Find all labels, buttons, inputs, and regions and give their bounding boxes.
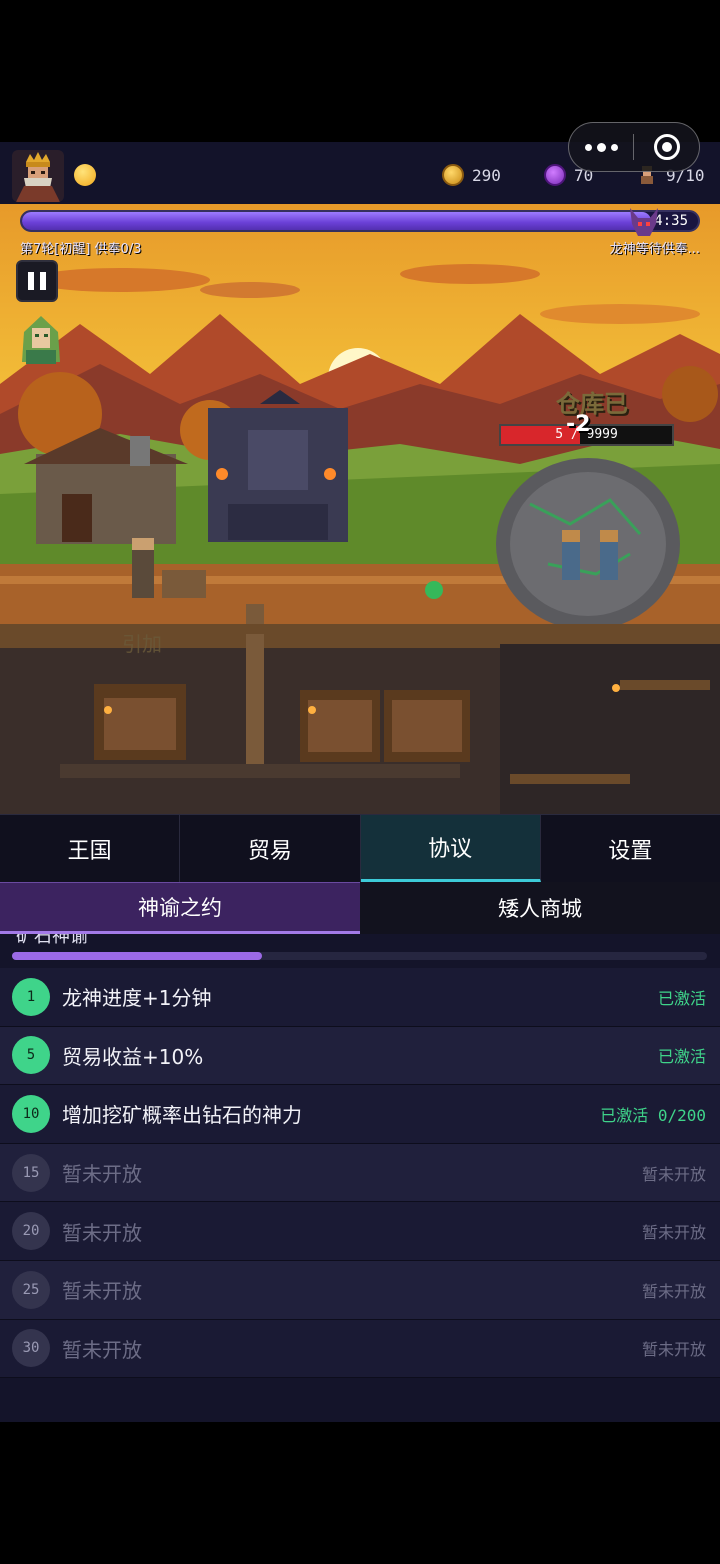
oracle-row[interactable]: 25 暂未开放 暂未开放 [0, 1260, 720, 1320]
oracle-state: 暂未开放 [641, 1164, 706, 1184]
sub-tab-bar: 神谕之约 矮人商城 [0, 882, 720, 934]
oracle-label: 增加挖矿概率出钻石的神力 [62, 1103, 302, 1128]
oracle-label: 暂未开放 [62, 1220, 142, 1245]
subtab-oracle-pact[interactable]: 神谕之约 [0, 882, 360, 934]
oracle-label: 龙神进度+1分钟 [62, 986, 212, 1011]
oracle-state: 暂未开放 [641, 1340, 706, 1360]
oracle-label: 暂未开放 [62, 1337, 142, 1362]
subtab-dwarf-shop[interactable]: 矮人商城 [360, 882, 720, 934]
main-tab-bar: 王国 贸易 协议 设置 [0, 814, 720, 882]
more-dot-icon [584, 143, 592, 151]
level-badge: 30 [12, 1329, 50, 1368]
level-badge: 15 [12, 1153, 50, 1192]
close-mini-program-button[interactable] [634, 134, 699, 160]
oracle-state: 暂未开放 [641, 1223, 706, 1243]
king-avatar[interactable] [12, 150, 64, 202]
purple-gem-icon [544, 164, 566, 186]
level-badge: 20 [12, 1212, 50, 1251]
mine-landscape-illustration [0, 204, 720, 814]
level-badge: 10 [12, 1094, 50, 1133]
dragon-status-text: 龙神等待供奉... [609, 242, 700, 257]
oracle-state: 暂未开放 [641, 1281, 706, 1301]
tab-settings[interactable]: 设置 [540, 814, 720, 882]
more-dot-icon [596, 142, 606, 152]
pause-button[interactable] [16, 260, 58, 302]
oracle-progress-fill [12, 952, 263, 960]
bottom-safe-area [0, 1422, 720, 1564]
more-dot-icon [610, 143, 618, 151]
dragon-progress-bar: 4:35 [20, 210, 700, 232]
dragon-progress-fill [22, 212, 651, 230]
oracle-row[interactable]: 20 暂未开放 暂未开放 [0, 1202, 720, 1261]
oracle-label: 贸易收益+10% [62, 1044, 204, 1069]
oracle-row[interactable]: 1 龙神进度+1分钟 已激活 [0, 968, 720, 1027]
oracle-row[interactable]: 30 暂未开放 暂未开放 [0, 1319, 720, 1379]
oracle-row[interactable]: 15 暂未开放 暂未开放 [0, 1143, 720, 1203]
oracle-row[interactable]: 10 增加挖矿概率出钻石的神力 已激活 0/200 [0, 1085, 720, 1144]
tab-trade[interactable]: 贸易 [180, 814, 361, 882]
target-circle-icon [653, 134, 680, 160]
game-scene[interactable] [0, 204, 720, 814]
oracle-panel: 矿石神谕 1 龙神进度+1分钟 已激活 5 贸易收益+10% 已激活 10 增加挖矿概率出钻石… [0, 934, 720, 1422]
level-badge: 1 [12, 977, 50, 1016]
tab-kingdom[interactable]: 王国 [0, 814, 181, 882]
oracle-list: 1 龙神进度+1分钟 已激活 5 贸易收益+10% 已激活 10 增加挖矿概率出钻石的神力 已激… [0, 968, 720, 1379]
dragon-head-icon [630, 208, 658, 236]
gold-counter: 290 [442, 160, 501, 190]
oracle-state: 已激活 [657, 988, 706, 1008]
status-bar-area [0, 0, 720, 142]
mini-program-capsule [568, 122, 700, 172]
mine-sign-text: 引加 [122, 632, 162, 656]
emoji-face-icon[interactable] [74, 164, 96, 186]
pause-icon [28, 272, 34, 290]
tab-agreement[interactable]: 协议 [360, 814, 541, 882]
oracle-label: 暂未开放 [62, 1162, 142, 1187]
oracle-progress-track [12, 952, 707, 960]
gold-amount: 290 [472, 165, 501, 185]
oracle-row[interactable]: 5 贸易收益+10% 已激活 [0, 1026, 720, 1086]
round-info: 第7轮[初醒] 供奉0/3 [20, 242, 142, 257]
gold-coin-icon [442, 164, 464, 186]
oracle-state: 已激活 [657, 1047, 706, 1067]
oracle-label: 暂未开放 [62, 1279, 142, 1304]
damage-number: -2 [566, 412, 591, 437]
pause-icon [40, 272, 46, 290]
section-title: 矿石神谕 [16, 934, 88, 947]
level-badge: 25 [12, 1270, 50, 1309]
more-menu-button[interactable] [569, 123, 633, 171]
elf-advisor-avatar[interactable] [18, 314, 64, 366]
oracle-state: 已激活 0/200 [600, 1105, 706, 1125]
level-badge: 5 [12, 1036, 50, 1075]
